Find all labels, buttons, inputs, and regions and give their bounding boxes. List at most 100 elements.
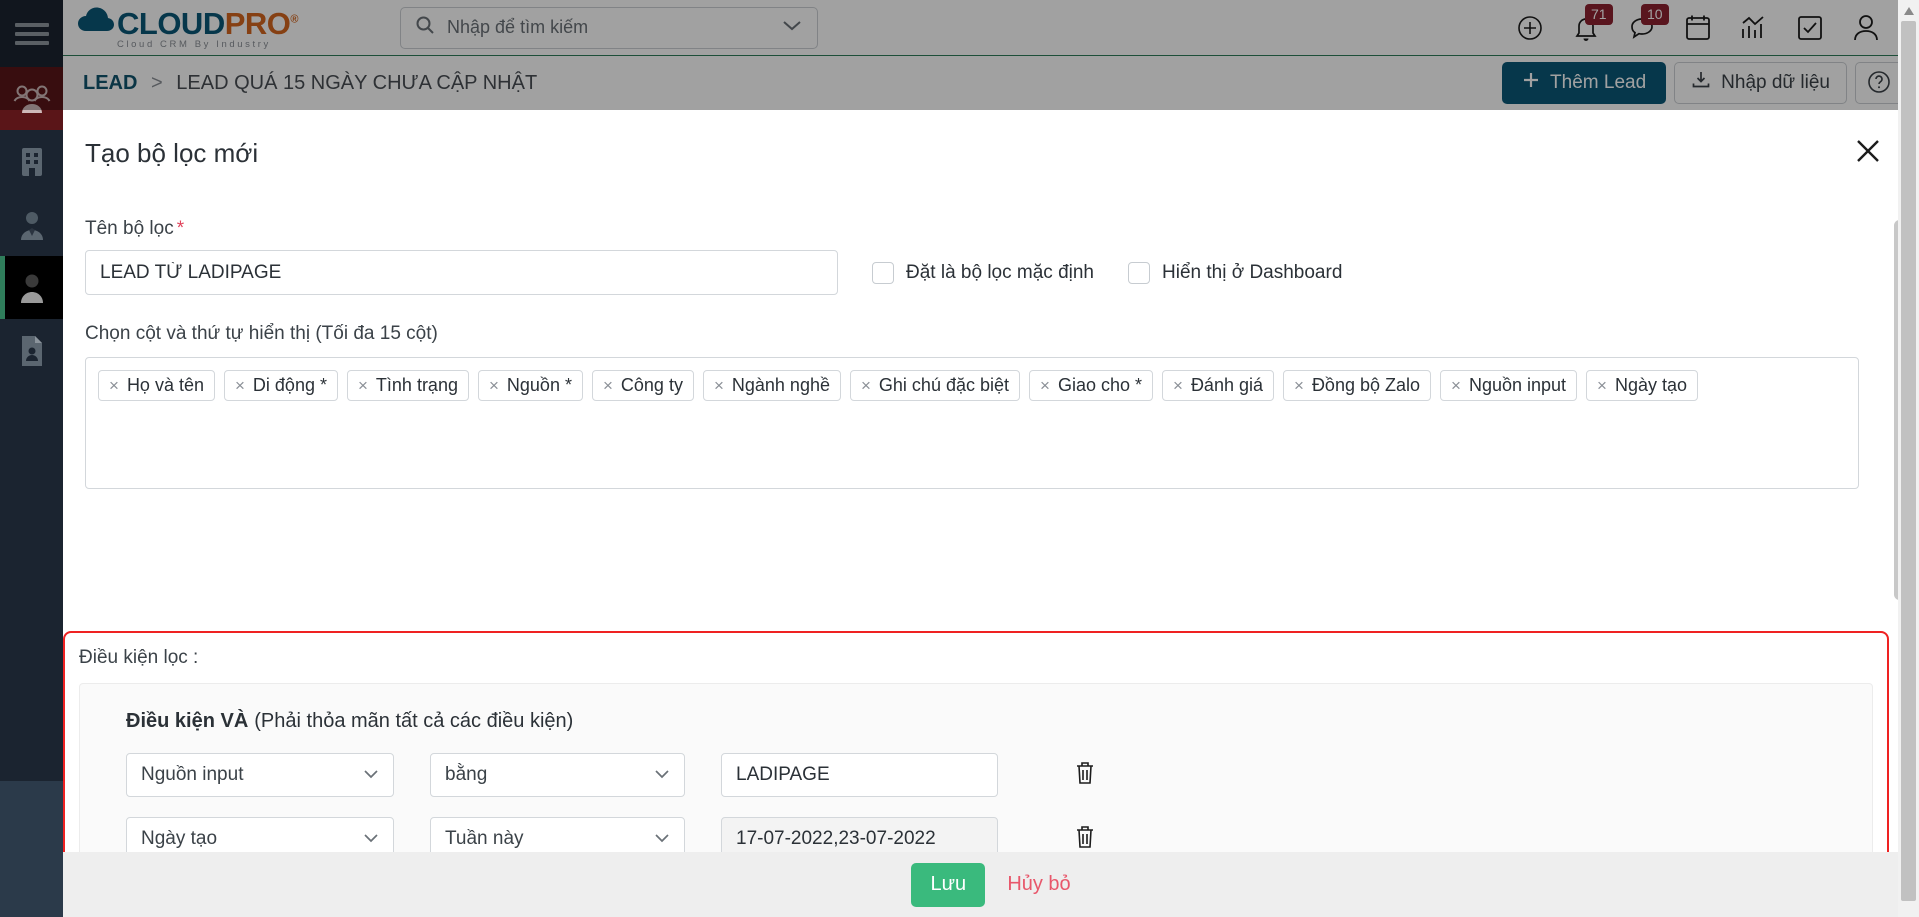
column-tag-label: Ghi chú đặc biệt <box>878 375 1009 395</box>
filter-name-input[interactable] <box>85 250 838 295</box>
column-tag[interactable]: × Đánh giá <box>1162 370 1274 401</box>
app-logo[interactable]: CLOUDPRO® Cloud CRM By Industry <box>77 5 298 50</box>
search-input[interactable]: Nhập để tìm kiếm <box>447 17 781 38</box>
remove-tag-icon[interactable]: × <box>1294 376 1304 396</box>
checkbox-task-icon[interactable] <box>1795 13 1825 43</box>
remove-tag-icon[interactable]: × <box>714 376 724 396</box>
question-circle-icon <box>1867 70 1891 97</box>
remove-tag-icon[interactable]: × <box>235 376 245 396</box>
close-icon[interactable] <box>1851 134 1885 168</box>
delete-condition-icon[interactable] <box>1074 761 1096 790</box>
import-data-button[interactable]: Nhập dữ liệu <box>1674 62 1847 104</box>
chevron-down-icon[interactable] <box>781 18 803 37</box>
show-on-dashboard-checkbox[interactable]: Hiển thị ở Dashboard <box>1128 261 1343 284</box>
breadcrumb-root[interactable]: LEAD <box>83 72 137 94</box>
calendar-icon[interactable] <box>1683 13 1713 43</box>
page-scrollbar-thumb[interactable] <box>1901 21 1916 901</box>
column-tag[interactable]: × Nguồn * <box>477 370 583 401</box>
column-tag[interactable]: × Tình trạng <box>346 370 469 401</box>
condition-field-select[interactable]: Nguồn input <box>126 753 394 797</box>
logo-registered-mark: ® <box>290 13 299 26</box>
column-tag[interactable]: × Ghi chú đặc biệt <box>849 370 1020 401</box>
top-header: CLOUDPRO® Cloud CRM By Industry Nhập để … <box>63 0 1919 55</box>
remove-tag-icon[interactable]: × <box>1597 376 1607 396</box>
delete-condition-icon[interactable] <box>1074 825 1096 854</box>
scroll-up-arrow-icon[interactable] <box>1898 0 1919 21</box>
sidebar-item-customers[interactable] <box>0 256 63 319</box>
add-lead-button[interactable]: Thêm Lead <box>1502 62 1667 104</box>
column-tag[interactable]: × Họ và tên <box>98 370 215 401</box>
remove-tag-icon[interactable]: × <box>1040 376 1050 396</box>
help-button[interactable] <box>1855 62 1903 104</box>
sidebar-item-documents[interactable] <box>0 319 63 382</box>
column-tag-label: Nguồn input <box>1468 375 1567 395</box>
search-icon <box>415 15 435 40</box>
sidebar-item-contacts[interactable] <box>0 193 63 256</box>
cloud-logo-icon <box>77 5 115 39</box>
and-group-subtitle: (Phải thỏa mãn tất cả các điều kiện) <box>254 710 574 732</box>
column-tag-label: Đánh giá <box>1190 375 1263 395</box>
set-default-filter-label: Đặt là bộ lọc mặc định <box>906 261 1094 283</box>
filter-name-row: Đặt là bộ lọc mặc định Hiển thị ở Dashbo… <box>85 250 1859 295</box>
header-icon-group: 71 10 <box>1515 3 1919 43</box>
columns-tag-box[interactable]: × Họ và tên × Di động * × Tình trạng × Nguồn * ×… <box>85 357 1859 489</box>
columns-label: Chọn cột và thứ tự hiển thị (Tối đa 15 c… <box>85 323 438 344</box>
remove-tag-icon[interactable]: × <box>109 376 119 396</box>
building-icon <box>17 146 47 178</box>
condition-value-input[interactable] <box>721 753 998 797</box>
required-marker: * <box>176 218 185 239</box>
show-on-dashboard-label: Hiển thị ở Dashboard <box>1162 261 1343 283</box>
chat-bubble-icon[interactable]: 10 <box>1627 3 1669 43</box>
checkbox-box[interactable] <box>1128 261 1150 284</box>
save-button[interactable]: Lưu <box>911 862 986 907</box>
hamburger-menu-button[interactable] <box>0 0 63 67</box>
bell-icon[interactable]: 71 <box>1571 3 1613 43</box>
condition-field-value: Ngày tạo <box>141 828 218 849</box>
businessman-icon <box>16 209 48 241</box>
global-search-bar[interactable]: Nhập để tìm kiếm <box>400 6 819 49</box>
breadcrumb-current: LEAD QUÁ 15 NGÀY CHƯA CẬP NHẬT <box>176 71 538 94</box>
app-root: CLOUDPRO® Cloud CRM By Industry Nhập để … <box>0 0 1919 917</box>
column-tag-label: Di động * <box>252 375 327 395</box>
page-action-group: Thêm Lead Nhập dữ liệu <box>1502 62 1919 104</box>
chat-badge: 10 <box>1641 3 1669 25</box>
column-tag-label: Công ty <box>620 375 683 395</box>
column-tag[interactable]: × Di động * <box>223 370 338 401</box>
column-tag-label: Họ và tên <box>126 375 204 395</box>
add-lead-label: Thêm Lead <box>1550 72 1647 93</box>
remove-tag-icon[interactable]: × <box>489 376 499 396</box>
plus-circle-icon[interactable] <box>1515 13 1545 43</box>
column-tag-label: Ngành nghề <box>731 375 830 395</box>
condition-operator-select[interactable]: bằng <box>430 753 685 797</box>
and-group-title: Điều kiện VÀ <box>126 710 249 732</box>
remove-tag-icon[interactable]: × <box>603 376 613 396</box>
sidebar-item-leads[interactable] <box>0 67 63 130</box>
column-tag[interactable]: × Đồng bộ Zalo <box>1283 370 1432 401</box>
cancel-button[interactable]: Hủy bỏ <box>1007 873 1070 896</box>
remove-tag-icon[interactable]: × <box>861 376 871 396</box>
person-icon <box>16 272 48 304</box>
remove-tag-icon[interactable]: × <box>1173 376 1183 396</box>
column-tag[interactable]: × Nguồn input <box>1440 370 1578 401</box>
column-tag[interactable]: × Công ty <box>591 370 694 401</box>
page-scrollbar[interactable] <box>1898 0 1919 917</box>
column-tag[interactable]: × Ngày tạo <box>1586 370 1699 401</box>
left-sidebar <box>0 0 63 917</box>
remove-tag-icon[interactable]: × <box>1451 376 1461 396</box>
column-tag[interactable]: × Ngành nghề <box>702 370 841 401</box>
column-tag-label: Đồng bộ Zalo <box>1311 375 1421 395</box>
set-default-filter-checkbox[interactable]: Đặt là bộ lọc mặc định <box>872 261 1094 284</box>
column-tag[interactable]: × Giao cho * <box>1029 370 1153 401</box>
chevron-down-icon <box>654 830 670 848</box>
user-icon[interactable] <box>1851 13 1881 43</box>
chart-icon[interactable] <box>1739 13 1769 43</box>
filter-name-label-text: Tên bộ lọc <box>85 218 174 239</box>
remove-tag-icon[interactable]: × <box>358 376 368 396</box>
plus-icon <box>1522 71 1540 95</box>
checkbox-box[interactable] <box>872 261 894 284</box>
logo-wordmark: CLOUDPRO® Cloud CRM By Industry <box>117 5 298 50</box>
condition-field-value: Nguồn input <box>141 764 244 785</box>
breadcrumb: LEAD > LEAD QUÁ 15 NGÀY CHƯA CẬP NHẬT <box>83 72 537 95</box>
sidebar-item-companies[interactable] <box>0 130 63 193</box>
column-tag-label: Giao cho * <box>1057 375 1142 395</box>
